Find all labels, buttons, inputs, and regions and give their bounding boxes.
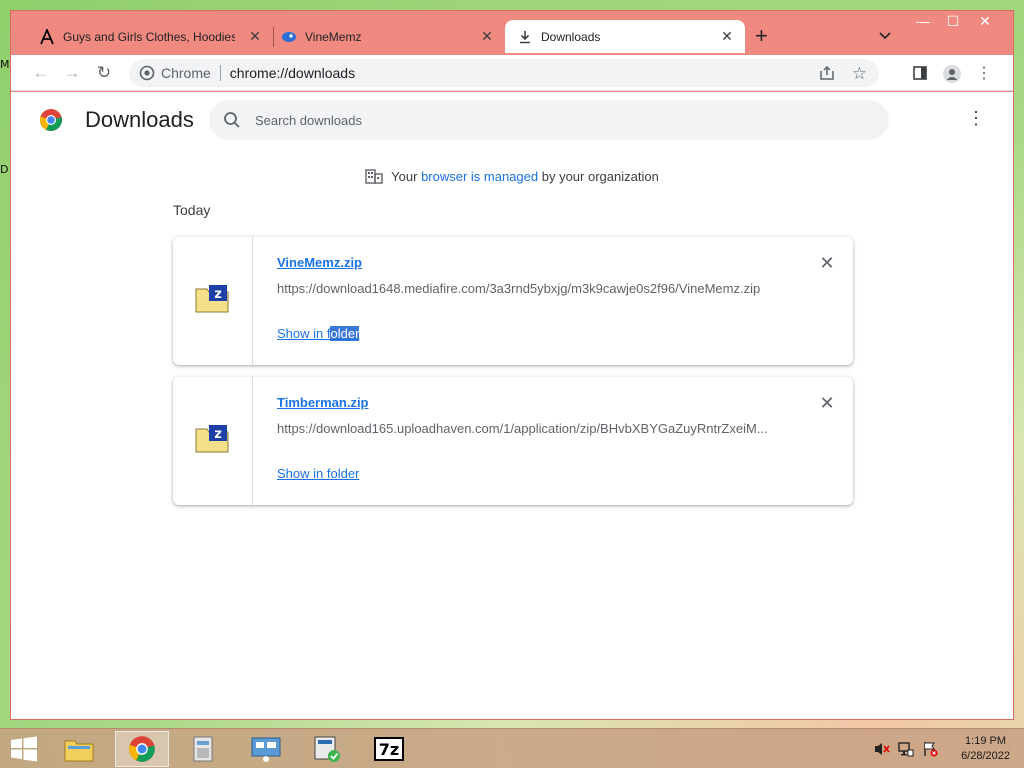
- show-in-folder-link[interactable]: Show in folder: [277, 466, 359, 481]
- omnibox-url: chrome://downloads: [229, 65, 356, 81]
- managed-prefix: Your: [391, 168, 422, 184]
- security-icon[interactable]: [300, 731, 354, 767]
- tab-guys-and-girls[interactable]: Guys and Girls Clothes, Hoodies ✕: [33, 20, 273, 53]
- tab-separator: [273, 27, 274, 47]
- clock-date: 6/28/2022: [961, 750, 1010, 762]
- download-source-url: https://download1648.mediafire.com/3a3rn…: [277, 281, 761, 296]
- download-file-name[interactable]: VineMemz.zip: [277, 255, 362, 270]
- close-tab-icon[interactable]: ✕: [719, 28, 735, 44]
- action-center-icon[interactable]: [922, 741, 938, 762]
- zip-archive-icon: z: [195, 423, 229, 458]
- tab-vinememz[interactable]: VineMemz ✕: [275, 20, 505, 53]
- downloads-menu-kebab-icon[interactable]: ⋮: [967, 108, 985, 129]
- download-source-url: https://download165.uploadhaven.com/1/ap…: [277, 421, 768, 436]
- svg-text:z: z: [214, 427, 222, 442]
- chrome-window: Guys and Girls Clothes, Hoodies ✕ VineMe…: [10, 10, 1014, 720]
- svg-text:7z: 7z: [379, 740, 399, 759]
- taskbar-clock[interactable]: 1:19 PM 6/28/2022: [961, 734, 1010, 764]
- share-icon[interactable]: [819, 65, 835, 84]
- minimize-button[interactable]: —: [911, 13, 935, 33]
- new-tab-button[interactable]: +: [755, 25, 768, 47]
- system-icon[interactable]: [239, 731, 293, 767]
- download-item: z Timberman.zip https://download165.uplo…: [173, 377, 853, 505]
- tab-title: Downloads: [541, 29, 601, 44]
- download-icon: [517, 29, 533, 45]
- network-icon[interactable]: [898, 741, 914, 762]
- file-icon-column: z: [173, 237, 253, 365]
- back-arrow-icon[interactable]: ←: [31, 63, 51, 83]
- chrome-secure-icon: [139, 65, 155, 84]
- downloads-header: Downloads ⋮: [11, 92, 1013, 148]
- show-in-folder-text: Show in f: [277, 326, 331, 341]
- building-icon: [365, 168, 383, 187]
- side-panel-icon[interactable]: [911, 65, 929, 83]
- profile-avatar-icon[interactable]: [943, 65, 961, 83]
- chrome-icon[interactable]: [115, 731, 169, 767]
- close-window-button[interactable]: ✕: [973, 13, 997, 33]
- file-explorer-icon[interactable]: [52, 731, 106, 767]
- download-item: z VineMemz.zip https://download1648.medi…: [173, 237, 853, 365]
- tab-search-chevron-icon[interactable]: [877, 27, 893, 43]
- browser-toolbar: ← → ↻ Chrome chrome://downloads ☆ ⋮: [11, 55, 1013, 91]
- bookmark-star-icon[interactable]: ☆: [852, 64, 867, 84]
- close-tab-icon[interactable]: ✕: [479, 28, 495, 44]
- control-panel-icon[interactable]: [176, 731, 230, 767]
- clock-time: 1:19 PM: [965, 735, 1007, 747]
- search-icon: [223, 111, 241, 134]
- tab-title: VineMemz: [305, 29, 362, 44]
- file-icon-column: z: [173, 377, 253, 505]
- tab-title: Guys and Girls Clothes, Hoodies: [63, 29, 235, 44]
- selected-text: older: [330, 326, 360, 341]
- downloads-page: Downloads ⋮ Your browser is managed by y…: [11, 92, 1013, 719]
- show-in-folder-link[interactable]: Show in folder: [277, 326, 360, 341]
- date-section-label: Today: [173, 202, 211, 218]
- tab-strip: Guys and Girls Clothes, Hoodies ✕ VineMe…: [11, 11, 1013, 55]
- desktop-icon-label-fragment: M: [0, 58, 10, 71]
- reload-icon[interactable]: ↻: [94, 63, 114, 83]
- zip-archive-icon: z: [195, 283, 229, 318]
- download-file-name[interactable]: Timberman.zip: [277, 395, 369, 410]
- managed-notice: Your browser is managed by your organiza…: [11, 168, 1013, 187]
- maximize-button[interactable]: ☐: [941, 13, 965, 33]
- volume-muted-icon[interactable]: [874, 741, 890, 762]
- omnibox-divider: [219, 65, 221, 81]
- browser-managed-link[interactable]: browser is managed: [421, 169, 538, 184]
- omnibox-site-label: Chrome: [161, 65, 211, 81]
- 7zip-icon[interactable]: 7z: [362, 731, 416, 767]
- desktop-icon-label-fragment: D: [0, 163, 9, 176]
- managed-suffix: by your organization: [538, 168, 659, 184]
- vinememz-icon: [281, 29, 297, 45]
- windows-taskbar: 7z 1:19 PM 6/28/2022: [0, 728, 1024, 768]
- forward-arrow-icon[interactable]: →: [62, 63, 82, 83]
- tab-downloads[interactable]: Downloads ✕: [505, 20, 745, 53]
- page-title: Downloads: [85, 107, 194, 132]
- svg-text:z: z: [214, 287, 222, 302]
- remove-download-icon[interactable]: ✕: [819, 394, 835, 412]
- remove-download-icon[interactable]: ✕: [819, 254, 835, 272]
- address-bar[interactable]: Chrome chrome://downloads ☆: [129, 59, 879, 87]
- windows-start-icon[interactable]: [0, 731, 48, 767]
- close-tab-icon[interactable]: ✕: [247, 28, 263, 44]
- search-downloads-box[interactable]: [209, 100, 889, 140]
- chrome-logo-icon: [39, 108, 63, 137]
- chrome-menu-kebab-icon[interactable]: ⋮: [975, 65, 993, 83]
- a-letter-icon: [39, 28, 55, 45]
- search-input[interactable]: [255, 100, 855, 140]
